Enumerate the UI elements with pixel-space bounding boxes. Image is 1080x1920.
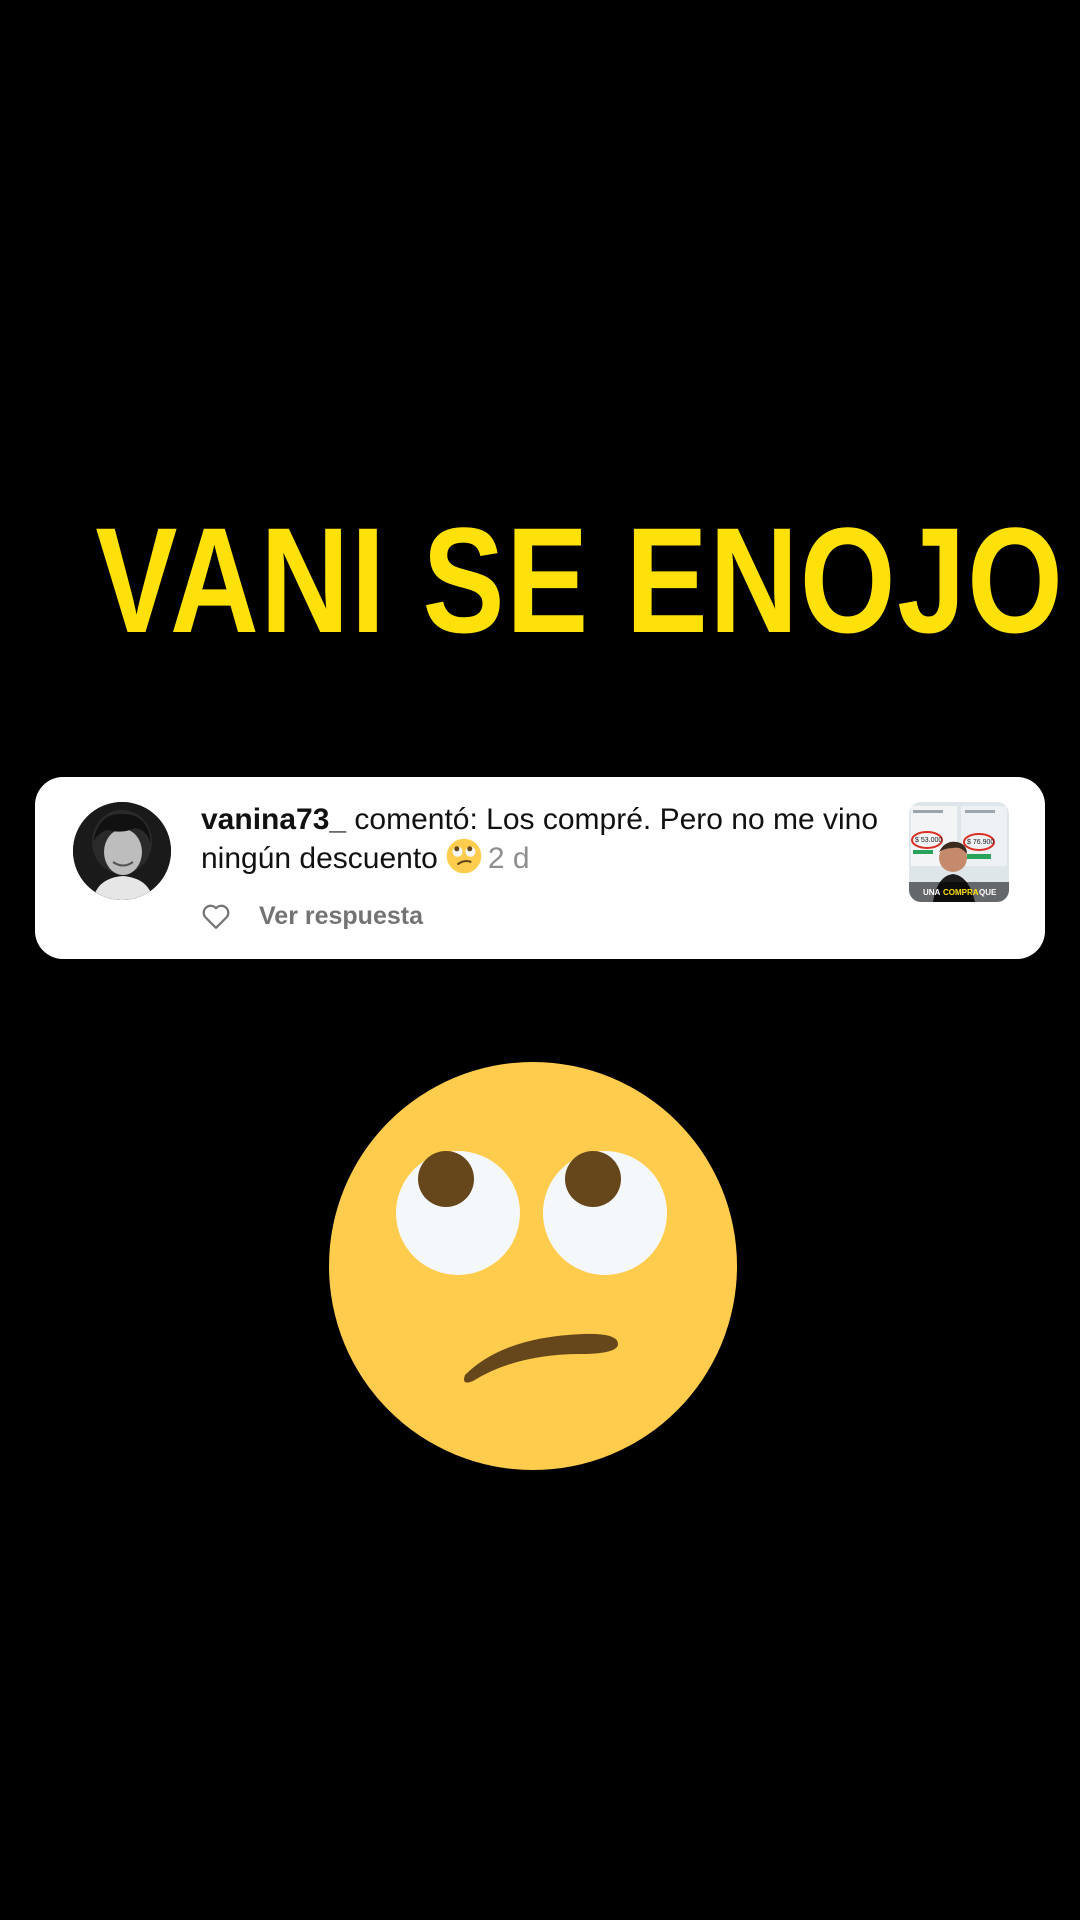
profile-photo (73, 802, 171, 900)
face-with-rolling-eyes-icon (446, 838, 482, 874)
comment-text: vanina73_ comentó: Los compré. Pero no m… (201, 801, 901, 877)
username[interactable]: vanina73_ (201, 803, 346, 836)
thumbnail-caption-word-2: COMPRA (943, 888, 979, 897)
post-thumbnail-image: $ 53.000 $ 76.900 UNA COMPRA QUE (909, 802, 1009, 902)
comment-notification-card[interactable]: vanina73_ comentó: Los compré. Pero no m… (35, 777, 1045, 959)
comment-age: 2 d (487, 842, 530, 875)
face-with-rolling-eyes-icon (328, 1061, 738, 1471)
view-reply-link[interactable]: Ver respuesta (259, 902, 423, 931)
heart-outline-icon[interactable] (201, 902, 231, 930)
comment-actions: Ver respuesta (201, 899, 423, 933)
thumbnail-price-right: $ 76.900 (967, 839, 994, 846)
headline-title: VANI SE ENOJO (95, 496, 1065, 664)
thumbnail-caption-word-1: UNA (923, 888, 941, 897)
avatar[interactable] (73, 802, 171, 900)
thumbnail-price-left: $ 53.000 (915, 837, 942, 844)
thumbnail-caption-word-3: QUE (979, 888, 997, 897)
post-thumbnail[interactable]: $ 53.000 $ 76.900 UNA COMPRA QUE (909, 802, 1009, 902)
